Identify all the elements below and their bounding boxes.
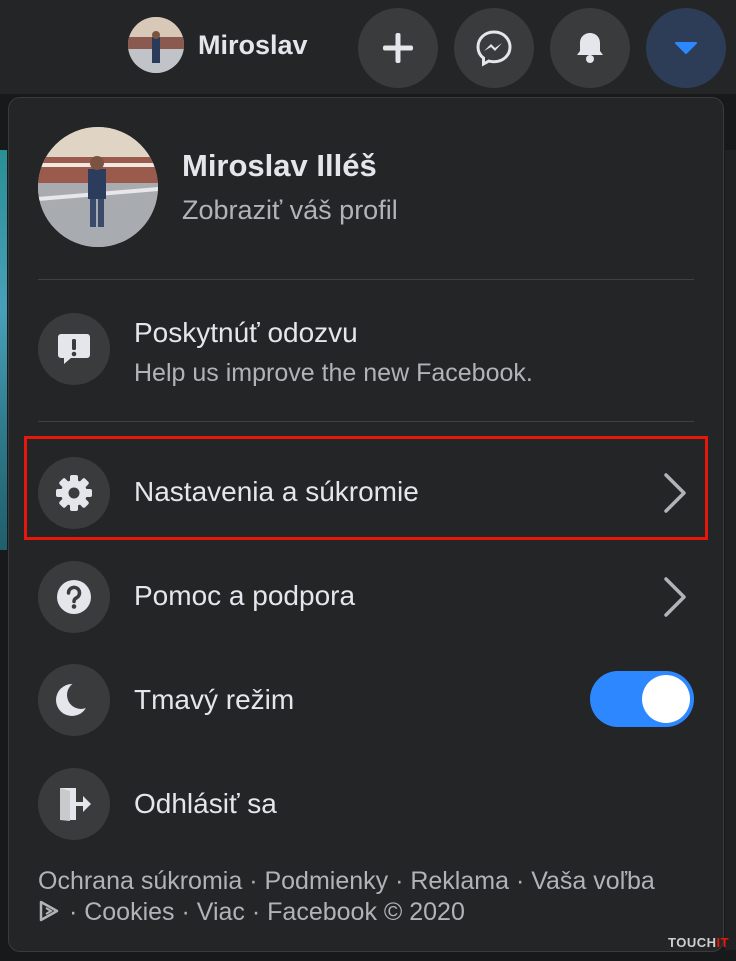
logout-icon bbox=[60, 788, 91, 821]
moon-icon bbox=[56, 681, 94, 716]
chevron-right-icon bbox=[664, 577, 686, 617]
feedback-label[interactable]: Poskytnúť odozvu bbox=[134, 317, 358, 349]
highlight-box bbox=[24, 436, 708, 540]
dark-mode-toggle[interactable] bbox=[590, 671, 694, 727]
dark-mode-icon-container bbox=[38, 664, 110, 736]
feedback-sublabel: Help us improve the new Facebook. bbox=[134, 359, 533, 387]
watermark-logo: TOUCHIT bbox=[668, 935, 730, 950]
footer-links-line2[interactable]: · Cookies · Viac · Facebook © 2020 bbox=[38, 898, 708, 927]
dark-mode-label: Tmavý režim bbox=[134, 684, 295, 715]
caret-down-icon bbox=[675, 42, 697, 54]
question-icon bbox=[57, 580, 91, 614]
toggle-knob bbox=[642, 675, 690, 723]
plus-icon bbox=[383, 33, 413, 63]
divider bbox=[38, 421, 694, 422]
create-button[interactable] bbox=[358, 8, 438, 88]
feedback-icon bbox=[58, 334, 90, 364]
logout-icon-container[interactable] bbox=[38, 768, 110, 840]
background-content-right bbox=[725, 150, 736, 950]
profile-shortcut-button[interactable]: Miroslav bbox=[128, 16, 308, 74]
logout-item[interactable]: Odhlásiť sa bbox=[134, 788, 277, 820]
footer-line2-text[interactable]: · Cookies · Viac · Facebook © 2020 bbox=[62, 898, 465, 926]
user-name: Miroslav bbox=[198, 29, 308, 60]
feedback-icon-container[interactable] bbox=[38, 313, 110, 385]
divider bbox=[38, 279, 694, 280]
notifications-button[interactable] bbox=[550, 8, 630, 88]
profile-name[interactable]: Miroslav Illéš bbox=[182, 148, 377, 184]
avatar bbox=[128, 17, 184, 73]
help-icon-container[interactable] bbox=[38, 561, 110, 633]
bell-icon bbox=[577, 33, 603, 63]
messenger-button[interactable] bbox=[454, 8, 534, 88]
messenger-icon bbox=[476, 30, 512, 67]
top-navigation-bar: Miroslav bbox=[0, 0, 736, 94]
adchoices-icon[interactable] bbox=[38, 900, 62, 922]
footer-links-line1[interactable]: Ochrana súkromia · Podmienky · Reklama ·… bbox=[38, 867, 708, 896]
account-menu-button[interactable] bbox=[646, 8, 726, 88]
background-content-left bbox=[0, 150, 7, 550]
view-profile-link[interactable]: Zobraziť váš profil bbox=[182, 195, 398, 226]
profile-avatar[interactable] bbox=[38, 127, 158, 247]
help-support-item[interactable]: Pomoc a podpora bbox=[134, 580, 355, 612]
